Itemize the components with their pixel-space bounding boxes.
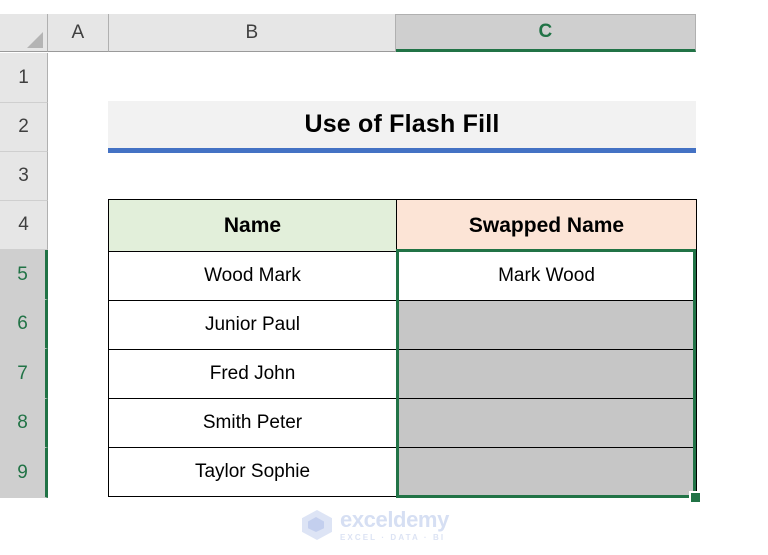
table-row: Smith Peter xyxy=(108,398,697,448)
row-header-8[interactable]: 8 xyxy=(0,399,48,448)
row-header-7[interactable]: 7 xyxy=(0,349,48,399)
cell-swapped-1[interactable]: Mark Wood xyxy=(396,251,697,301)
row-header-5[interactable]: 5 xyxy=(0,250,48,300)
cell-name-5[interactable]: Taylor Sophie xyxy=(108,447,397,497)
column-header-a[interactable]: A xyxy=(48,14,109,52)
table-row: Taylor Sophie xyxy=(108,447,697,497)
exceldemy-logo-icon xyxy=(300,508,334,542)
fill-handle[interactable] xyxy=(689,491,702,504)
row-header-6[interactable]: 6 xyxy=(0,300,48,349)
spreadsheet-canvas: A B C 1 2 3 4 5 6 7 8 9 Use of Flash Fil… xyxy=(0,0,768,555)
table-row: Fred John xyxy=(108,349,697,399)
row-header-7-label: 7 xyxy=(17,362,28,384)
data-table: Name Swapped Name Wood Mark Mark Wood Ju… xyxy=(108,199,697,497)
cell-name-4[interactable]: Smith Peter xyxy=(108,398,397,448)
select-all-corner[interactable] xyxy=(0,14,48,52)
page-title: Use of Flash Fill xyxy=(304,110,500,138)
column-header-swapped-name[interactable]: Swapped Name xyxy=(396,199,697,252)
table-row: Junior Paul xyxy=(108,300,697,350)
watermark-brand: exceldemy xyxy=(340,506,449,532)
column-header-b[interactable]: B xyxy=(109,14,396,52)
column-header-b-label: B xyxy=(245,21,259,43)
row-header-4-label: 4 xyxy=(18,214,29,235)
cell-swapped-4[interactable] xyxy=(396,398,697,448)
row-header-1-label: 1 xyxy=(18,66,29,88)
row-header-8-label: 8 xyxy=(17,412,28,433)
row-header-2-label: 2 xyxy=(18,116,29,137)
column-header-c[interactable]: C xyxy=(396,14,696,52)
row-header-2[interactable]: 2 xyxy=(0,103,48,152)
column-header-name[interactable]: Name xyxy=(108,199,397,252)
row-header-4[interactable]: 4 xyxy=(0,201,48,250)
table-header-row: Name Swapped Name xyxy=(108,199,697,252)
watermark-text: exceldemy EXCEL · DATA · BI xyxy=(340,506,449,542)
column-header-a-label: A xyxy=(71,21,85,43)
cell-name-3[interactable]: Fred John xyxy=(108,349,397,399)
row-header-3-label: 3 xyxy=(18,165,29,186)
cell-name-1[interactable]: Wood Mark xyxy=(108,251,397,301)
cell-swapped-2[interactable] xyxy=(396,300,697,350)
row-header-9-label: 9 xyxy=(17,461,28,483)
watermark: exceldemy EXCEL · DATA · BI xyxy=(300,503,470,547)
table-row: Wood Mark Mark Wood xyxy=(108,251,697,301)
row-header-6-label: 6 xyxy=(17,313,28,334)
row-header-3[interactable]: 3 xyxy=(0,152,48,201)
column-header-c-label: C xyxy=(538,21,553,42)
cell-swapped-5[interactable] xyxy=(396,447,697,497)
row-header-5-label: 5 xyxy=(17,263,28,285)
select-all-triangle-icon xyxy=(27,32,43,48)
sheet-title-banner[interactable]: Use of Flash Fill xyxy=(108,101,696,153)
watermark-tagline: EXCEL · DATA · BI xyxy=(340,532,446,542)
row-header-1[interactable]: 1 xyxy=(0,53,48,103)
row-header-9[interactable]: 9 xyxy=(0,448,48,498)
cell-swapped-3[interactable] xyxy=(396,349,697,399)
cell-name-2[interactable]: Junior Paul xyxy=(108,300,397,350)
